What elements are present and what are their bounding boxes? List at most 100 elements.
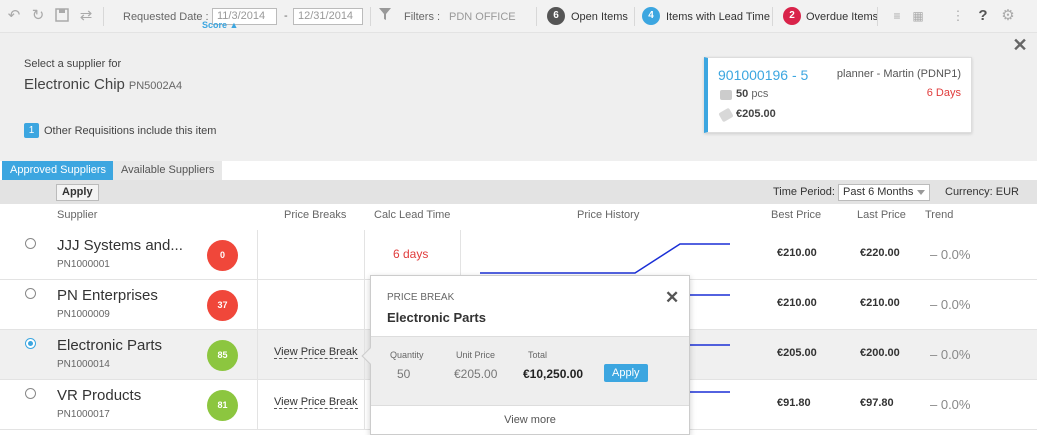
supplier-name: JJJ Systems and...: [57, 237, 183, 254]
supplier-radio[interactable]: [25, 288, 36, 299]
chevron-down-icon: [917, 190, 925, 195]
requisition-card[interactable]: 901000196 - 5 planner - Martin (PDNP1) 6…: [704, 57, 972, 133]
col-price-history[interactable]: Price History: [577, 209, 639, 221]
view-price-break-link[interactable]: View Price Break: [274, 396, 358, 409]
supplier-name: VR Products: [57, 387, 142, 404]
supplier-id: PN1000014: [57, 359, 110, 370]
filters-value[interactable]: PDN OFFICE: [449, 11, 516, 23]
col-price-breaks[interactable]: Price Breaks: [284, 209, 346, 221]
save-icon[interactable]: [54, 8, 70, 24]
refresh-icon[interactable]: ↻: [30, 8, 46, 24]
trend-value: – 0.0%: [930, 297, 971, 312]
score-badge: 37: [207, 290, 238, 321]
overdue-link[interactable]: Overdue Items: [806, 11, 878, 23]
trend-value: – 0.0%: [930, 347, 971, 362]
divider: [370, 7, 371, 26]
supplier-name: PN Enterprises: [57, 287, 158, 304]
supplier-id: PN1000017: [57, 409, 110, 420]
view-price-break-link[interactable]: View Price Break: [274, 346, 358, 359]
popover-heading: PRICE BREAK: [387, 292, 455, 303]
best-price: €210.00: [777, 247, 817, 259]
divider: [257, 280, 258, 329]
divider: [364, 380, 365, 429]
col-unit-price: Unit Price: [456, 350, 496, 360]
planner-label: planner - Martin (PDNP1): [836, 68, 961, 80]
divider: [877, 7, 878, 26]
best-price: €91.80: [777, 397, 811, 409]
overdue-count-badge[interactable]: 2: [783, 7, 801, 25]
quantity-value: 50 pcs: [736, 88, 769, 100]
col-supplier[interactable]: Supplier: [57, 209, 97, 221]
price-break-table: Quantity Unit Price Total 50 €205.00 €10…: [371, 336, 689, 406]
trend-value: – 0.0%: [930, 397, 971, 412]
divider: [257, 230, 258, 279]
price-history-line: [480, 243, 730, 274]
supplier-radio[interactable]: [25, 388, 36, 399]
open-items-link[interactable]: Open Items: [571, 11, 628, 23]
col-last-price[interactable]: Last Price: [857, 209, 906, 221]
days-label: 6 Days: [926, 87, 961, 99]
select-supplier-label: Select a supplier for: [24, 58, 122, 70]
swap-icon[interactable]: ⇄: [78, 8, 94, 24]
lead-time-link[interactable]: Items with Lead Time: [666, 11, 770, 23]
help-icon[interactable]: ?: [975, 8, 991, 24]
grid-view-icon[interactable]: ▦: [910, 8, 926, 24]
total-value: €10,250.00: [523, 367, 584, 381]
requisition-id[interactable]: 901000196 - 5: [718, 67, 808, 83]
date-to-input[interactable]: 12/31/2014: [293, 8, 363, 25]
best-price: €205.00: [777, 347, 817, 359]
divider: [257, 330, 258, 379]
apply-button[interactable]: Apply: [56, 184, 99, 201]
more-vertical-icon[interactable]: ⋮: [950, 8, 966, 24]
other-requisitions-count[interactable]: 1: [24, 123, 39, 138]
lead-time-value: 6 days: [393, 247, 429, 261]
quantity-value: 50: [397, 367, 411, 381]
score-badge: 85: [207, 340, 238, 371]
divider: [536, 7, 537, 26]
time-period-select[interactable]: Past 6 Months: [838, 184, 930, 201]
item-name: Electronic Chip: [24, 76, 125, 93]
divider: [257, 380, 258, 429]
last-price: €200.00: [860, 347, 900, 359]
price-value: €205.00: [736, 108, 776, 120]
undo-icon[interactable]: ↶: [6, 8, 22, 24]
price-tag-icon: [718, 107, 734, 123]
col-best-price[interactable]: Best Price: [771, 209, 821, 221]
divider: [772, 7, 773, 26]
supplier-id: PN1000009: [57, 309, 110, 320]
col-total: Total: [528, 350, 548, 360]
filter-icon[interactable]: [377, 8, 393, 24]
tab-approved-suppliers[interactable]: Approved Suppliers: [2, 161, 115, 180]
view-more-link[interactable]: View more: [371, 406, 689, 434]
close-icon[interactable]: ✕: [665, 289, 679, 306]
last-price: €97.80: [860, 397, 894, 409]
toolbar: ↶ ↻ ⇄ Requested Date : 11/3/2014 - 12/31…: [0, 0, 1037, 33]
lead-time-count-badge[interactable]: 4: [642, 7, 660, 25]
col-trend[interactable]: Trend: [925, 209, 953, 221]
supplier-id: PN1000001: [57, 259, 110, 270]
best-price: €210.00: [777, 297, 817, 309]
trend-value: – 0.0%: [930, 247, 971, 262]
score-badge: 81: [207, 390, 238, 421]
time-period-label: Time Period:: [773, 186, 835, 198]
unit-price-value: €205.00: [454, 367, 498, 381]
score-badge: 0: [207, 240, 238, 271]
col-calc-lead-time[interactable]: Calc Lead Time: [374, 209, 450, 221]
open-items-count-badge[interactable]: 6: [547, 7, 565, 25]
price-break-popover: PRICE BREAK Electronic Parts ✕ Quantity …: [361, 275, 690, 435]
col-quantity: Quantity: [390, 350, 424, 360]
tab-available-suppliers[interactable]: Available Suppliers: [113, 161, 223, 180]
supplier-radio[interactable]: [25, 338, 36, 349]
list-view-icon[interactable]: ≡: [889, 8, 905, 24]
apply-price-break-button[interactable]: Apply: [604, 364, 648, 382]
divider: [103, 7, 104, 26]
supplier-radio[interactable]: [25, 238, 36, 249]
other-requisitions-text: Other Requisitions include this item: [44, 125, 217, 137]
item-part-number: PN5002A4: [128, 80, 183, 92]
popover-title: Electronic Parts: [387, 310, 486, 325]
col-score[interactable]: Score ▲: [202, 10, 238, 41]
close-icon[interactable]: ✕: [1012, 36, 1028, 54]
package-icon: [720, 90, 732, 100]
gear-icon[interactable]: ⚙: [1000, 8, 1016, 24]
currency-label: Currency: EUR: [945, 186, 1019, 198]
